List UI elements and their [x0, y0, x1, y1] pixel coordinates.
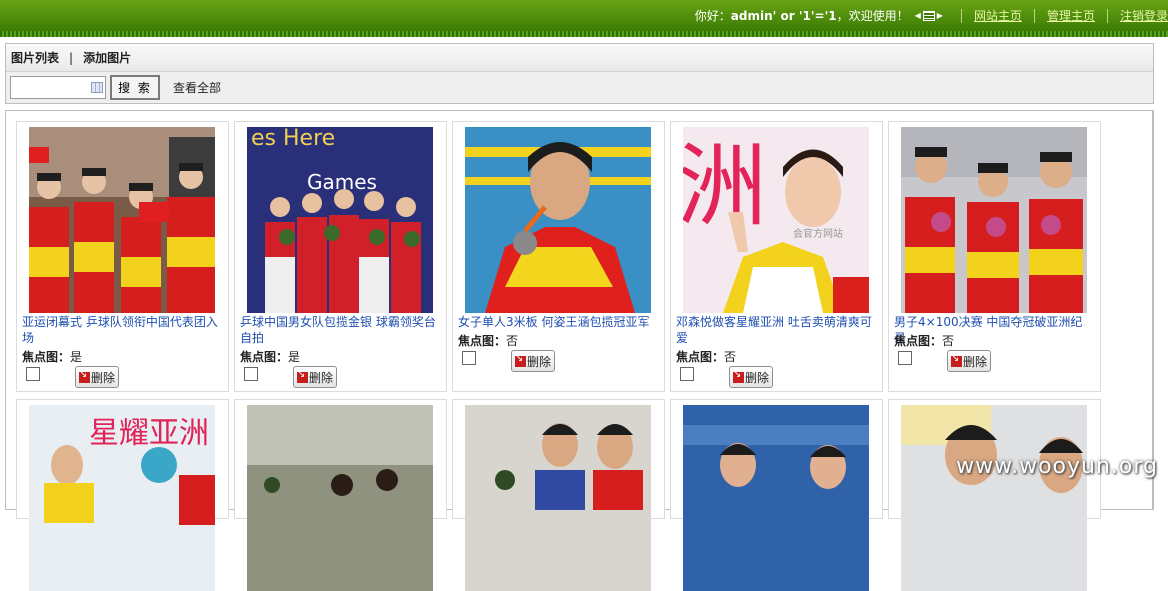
focus-status: 焦点图：否: [458, 332, 518, 349]
delete-button[interactable]: 删除: [729, 366, 773, 388]
image-card: 亚运闭幕式 乒球队领衔中国代表团入场 焦点图：是 删除: [16, 121, 229, 392]
delete-label: 删除: [91, 370, 116, 385]
select-checkbox[interactable]: [680, 367, 694, 381]
photo-thumbnail[interactable]: [901, 405, 1087, 591]
view-all-link[interactable]: 查看全部: [173, 79, 221, 96]
site-home-link[interactable]: 网站主页: [974, 7, 1022, 24]
banner-text: 星耀亚洲: [89, 416, 209, 451]
image-card: [452, 399, 665, 591]
welcome-text: 你好：admin' or '1'='1，欢迎使用！: [695, 7, 909, 24]
banner-text: es Here: [251, 127, 335, 151]
delete-icon: [951, 353, 962, 367]
top-bar: 你好：admin' or '1'='1，欢迎使用！ ◀ ▶ 网站主页 管理主页 注…: [0, 0, 1168, 31]
list-toggle-icon[interactable]: ◀ ▶: [915, 10, 943, 21]
link-divider: [960, 8, 962, 23]
banner-text: 会官方网站: [793, 227, 843, 240]
delete-icon: [733, 369, 744, 383]
delete-label: 删除: [527, 354, 552, 369]
image-card: [670, 399, 883, 591]
focus-status: 焦点图：是: [22, 348, 82, 365]
select-checkbox[interactable]: [462, 351, 476, 365]
image-card: 洲 会官方网站 邓森悦做客星耀亚洲 吐舌卖萌清爽可爱 焦点图：否 删除: [670, 121, 883, 392]
image-caption-link[interactable]: 乒球中国男女队包揽金银 球霸领奖台自拍: [240, 314, 440, 346]
tab-add-image[interactable]: 添加图片: [83, 49, 131, 66]
watermark: www.wooyun.org: [956, 454, 1158, 479]
delete-label: 删除: [745, 370, 770, 385]
greeting-prefix: 你好：: [694, 9, 731, 23]
logout-link[interactable]: 注销登录: [1120, 7, 1168, 24]
search-button[interactable]: 搜 索: [110, 75, 160, 100]
focus-status: 焦点图：否: [894, 332, 954, 349]
link-divider: [1033, 8, 1035, 23]
focus-label: 焦点图：: [894, 334, 943, 348]
image-card: 星耀亚洲: [16, 399, 229, 591]
photo-thumbnail[interactable]: [247, 405, 433, 591]
delete-button[interactable]: 删除: [293, 366, 337, 388]
tab-divider: |: [69, 50, 74, 65]
delete-button[interactable]: 删除: [75, 366, 119, 388]
link-divider: [1106, 8, 1108, 23]
photo-thumbnail[interactable]: es Here Games: [247, 127, 433, 313]
select-checkbox[interactable]: [244, 367, 258, 381]
delete-label: 删除: [963, 354, 988, 369]
photo-thumbnail[interactable]: 星耀亚洲: [29, 405, 215, 591]
delete-icon: [297, 369, 308, 383]
focus-value: 是: [288, 350, 301, 364]
photo-thumbnail[interactable]: [683, 405, 869, 591]
focus-value: 否: [942, 334, 955, 348]
photo-thumbnail[interactable]: [465, 127, 651, 313]
banner-text: 洲: [683, 134, 767, 239]
delete-button[interactable]: 删除: [947, 350, 991, 372]
photo-thumbnail[interactable]: [29, 127, 215, 313]
focus-label: 焦点图：: [22, 350, 71, 364]
delete-label: 删除: [309, 370, 334, 385]
username: admin' or '1'='1: [730, 9, 837, 23]
date-search-input[interactable]: [10, 76, 106, 99]
control-panel: 图片列表 | 添加图片 搜 索 查看全部: [5, 43, 1154, 104]
image-caption-link[interactable]: 邓森悦做客星耀亚洲 吐舌卖萌清爽可爱: [676, 314, 876, 346]
top-bar-stripe: [0, 31, 1168, 37]
focus-value: 否: [724, 350, 737, 364]
image-card: 女子单人3米板 何姿王涵包揽冠亚军 焦点图：否 删除: [452, 121, 665, 392]
delete-button[interactable]: 删除: [511, 350, 555, 372]
focus-value: 是: [70, 350, 83, 364]
photo-thumbnail[interactable]: [901, 127, 1087, 313]
tab-image-list[interactable]: 图片列表: [11, 49, 59, 66]
focus-label: 焦点图：: [676, 350, 725, 364]
focus-label: 焦点图：: [458, 334, 507, 348]
admin-home-link[interactable]: 管理主页: [1047, 7, 1095, 24]
search-row: 搜 索 查看全部: [6, 72, 1153, 103]
panel-tabs: 图片列表 | 添加图片: [6, 44, 1153, 72]
calendar-icon[interactable]: [91, 82, 103, 93]
image-caption-link[interactable]: 亚运闭幕式 乒球队领衔中国代表团入场: [22, 314, 222, 346]
select-checkbox[interactable]: [898, 351, 912, 365]
image-caption-link[interactable]: 女子单人3米板 何姿王涵包揽冠亚军: [458, 314, 658, 330]
image-card: es Here Games 乒球中国男女队包揽金银 球霸领奖台自拍 焦点图：是 …: [234, 121, 447, 392]
delete-icon: [79, 369, 90, 383]
image-grid: 亚运闭幕式 乒球队领衔中国代表团入场 焦点图：是 删除 es Here Game…: [5, 110, 1154, 591]
focus-status: 焦点图：否: [676, 348, 736, 365]
image-card: [234, 399, 447, 591]
photo-thumbnail[interactable]: [465, 405, 651, 591]
image-card: 男子4×100决赛 中国夺冠破亚洲纪录 焦点图：否 删除: [888, 121, 1101, 392]
focus-value: 否: [506, 334, 519, 348]
photo-thumbnail[interactable]: 洲 会官方网站: [683, 127, 869, 313]
greeting-suffix: ，欢迎使用！: [836, 9, 909, 23]
select-checkbox[interactable]: [26, 367, 40, 381]
focus-status: 焦点图：是: [240, 348, 300, 365]
focus-label: 焦点图：: [240, 350, 289, 364]
delete-icon: [515, 353, 526, 367]
top-bar-right: 你好：admin' or '1'='1，欢迎使用！ ◀ ▶ 网站主页 管理主页 注…: [695, 0, 1168, 31]
